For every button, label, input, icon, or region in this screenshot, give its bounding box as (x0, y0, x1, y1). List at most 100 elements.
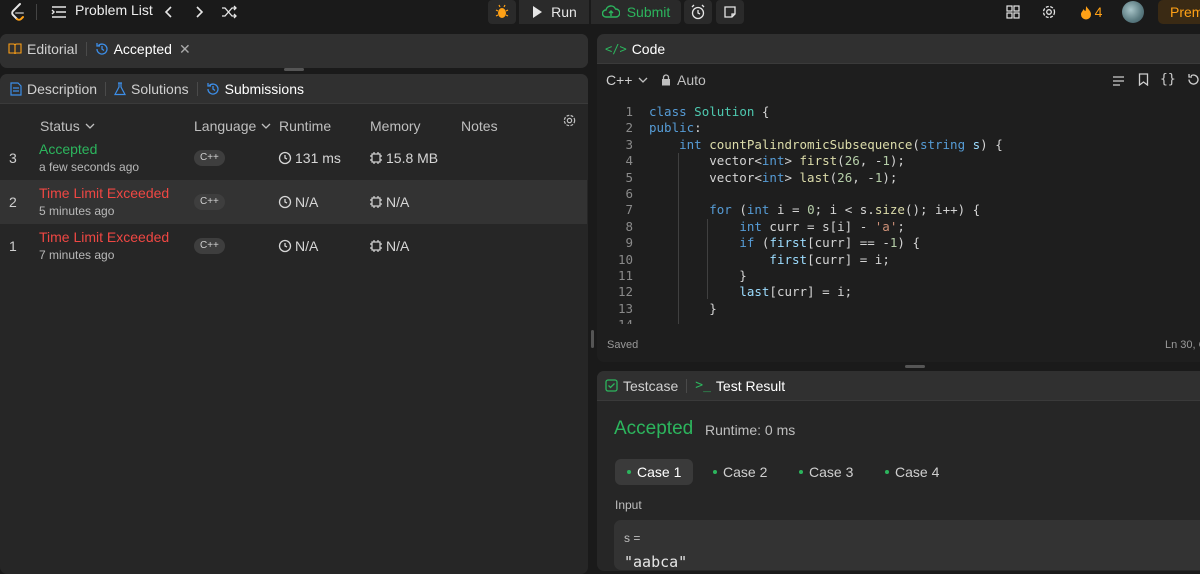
column-status[interactable]: Status (40, 118, 95, 134)
reset-icon[interactable] (1187, 73, 1200, 89)
format-icon[interactable] (1112, 74, 1125, 90)
language-value: C++ (606, 72, 633, 88)
cloud-upload-icon (601, 5, 620, 18)
resize-handle[interactable] (284, 68, 304, 71)
checkbox-icon (605, 379, 618, 392)
close-icon[interactable]: ✕ (179, 41, 191, 58)
runtime-text: N/A (295, 194, 319, 210)
table-row[interactable]: 3 Accepted a few seconds ago C++ 131 ms … (0, 136, 587, 180)
line-number: 8 (625, 218, 633, 234)
row-index: 3 (9, 150, 17, 166)
case-tab-4[interactable]: Case 4 (873, 459, 951, 485)
tab-description[interactable]: Description (0, 74, 105, 103)
chevron-right-icon[interactable] (190, 2, 208, 22)
tab-testcase[interactable]: Testcase (597, 371, 686, 400)
tab-editorial[interactable]: Editorial (0, 34, 86, 64)
resize-handle[interactable] (905, 365, 925, 368)
debug-button[interactable] (488, 0, 516, 24)
chip-icon (370, 152, 382, 164)
chevron-down-icon (639, 77, 648, 83)
problem-list-icon[interactable] (50, 2, 68, 22)
column-status-label: Status (40, 118, 80, 134)
layout-grid-icon[interactable] (1003, 2, 1023, 22)
document-icon (10, 81, 22, 96)
alarm-clock-button[interactable] (684, 0, 712, 24)
code-panel: </> Code C++ Auto {} 1 class Solution { 2… (597, 34, 1200, 362)
language-badge: C++ (194, 150, 225, 166)
submission-time: 7 minutes ago (39, 248, 115, 262)
column-notes: Notes (461, 118, 498, 134)
row-index: 1 (9, 238, 17, 254)
memory-value: 15.8 MB (369, 150, 438, 166)
bookmark-icon[interactable] (1138, 73, 1149, 89)
code-editor[interactable]: 1 class Solution { 2 public: 3 int countPa… (597, 104, 1200, 324)
submit-label: Submit (626, 4, 671, 20)
table-row[interactable]: 1 Time Limit Exceeded 7 minutes ago C++ … (0, 224, 587, 268)
alarm-clock-icon (691, 4, 705, 20)
settings-gear-icon[interactable] (1039, 2, 1059, 22)
language-select[interactable]: C++ (606, 72, 648, 88)
problem-list-link[interactable]: Problem List (75, 2, 153, 18)
avatar[interactable] (1122, 1, 1144, 23)
memory-value: N/A (369, 194, 409, 210)
history-icon (206, 82, 219, 95)
runtime-text: N/A (295, 238, 319, 254)
column-language[interactable]: Language (194, 118, 271, 134)
code-icon: </> (605, 41, 627, 56)
shuffle-icon[interactable] (220, 2, 238, 22)
note-button[interactable] (716, 0, 744, 24)
line-number: 1 (625, 104, 633, 119)
lock-icon (662, 74, 670, 86)
case-label: Case 3 (809, 464, 854, 480)
case-tab-2[interactable]: Case 2 (701, 459, 779, 485)
vertical-resize-handle[interactable] (591, 330, 594, 348)
tab-code[interactable]: </> Code (597, 34, 673, 63)
indent-guide (707, 219, 708, 299)
submit-button[interactable]: Submit (591, 0, 681, 24)
clock-icon (278, 151, 292, 165)
pass-dot-icon (799, 470, 803, 474)
tab-solutions[interactable]: Solutions (106, 74, 197, 103)
status-tle[interactable]: Time Limit Exceeded (39, 229, 169, 245)
tab-test-result[interactable]: >_ Test Result (687, 371, 793, 400)
runtime-value: N/A (278, 238, 318, 254)
tab-accepted[interactable]: Accepted ✕ (87, 34, 199, 64)
tab-solutions-label: Solutions (131, 80, 189, 97)
chevron-down-icon (85, 123, 95, 129)
status-tle[interactable]: Time Limit Exceeded (39, 185, 169, 201)
case-label: Case 4 (895, 464, 940, 480)
pass-dot-icon (885, 470, 889, 474)
tab-code-label: Code (631, 40, 666, 57)
runtime-text: 131 ms (295, 150, 341, 166)
note-icon (724, 6, 736, 18)
tab-submissions[interactable]: Submissions (198, 74, 312, 103)
line-number: 12 (617, 284, 633, 300)
table-settings-gear-icon[interactable] (562, 113, 577, 131)
auto-toggle[interactable]: Auto (661, 72, 706, 88)
case-tab-3[interactable]: Case 3 (787, 459, 865, 485)
run-button[interactable]: Run (519, 0, 589, 24)
runtime-value: 131 ms (278, 150, 341, 166)
tab-testcase-label: Testcase (623, 377, 679, 394)
streak-counter[interactable]: 4 (1075, 2, 1107, 22)
tab-description-label: Description (27, 80, 98, 97)
runtime-value: N/A (278, 194, 318, 210)
memory-text: 15.8 MB (386, 150, 439, 166)
play-icon (533, 6, 543, 18)
case-tab-1[interactable]: Case 1 (615, 459, 694, 485)
column-memory: Memory (370, 118, 421, 134)
leetcode-logo-icon[interactable] (6, 0, 30, 24)
result-verdict: Accepted (614, 418, 694, 439)
status-accepted[interactable]: Accepted (39, 141, 97, 157)
premium-button[interactable]: Prem (1158, 0, 1200, 24)
row-index: 2 (9, 194, 17, 210)
braces-icon[interactable]: {} (1160, 72, 1176, 87)
chevron-left-icon[interactable] (160, 2, 178, 22)
memory-text: N/A (386, 238, 410, 254)
clock-icon (278, 195, 292, 209)
line-number: 3 (625, 136, 633, 152)
auto-label: Auto (677, 72, 706, 88)
chip-icon (370, 240, 382, 252)
history-icon (95, 43, 108, 55)
table-row[interactable]: 2 Time Limit Exceeded 5 minutes ago C++ … (0, 180, 587, 224)
